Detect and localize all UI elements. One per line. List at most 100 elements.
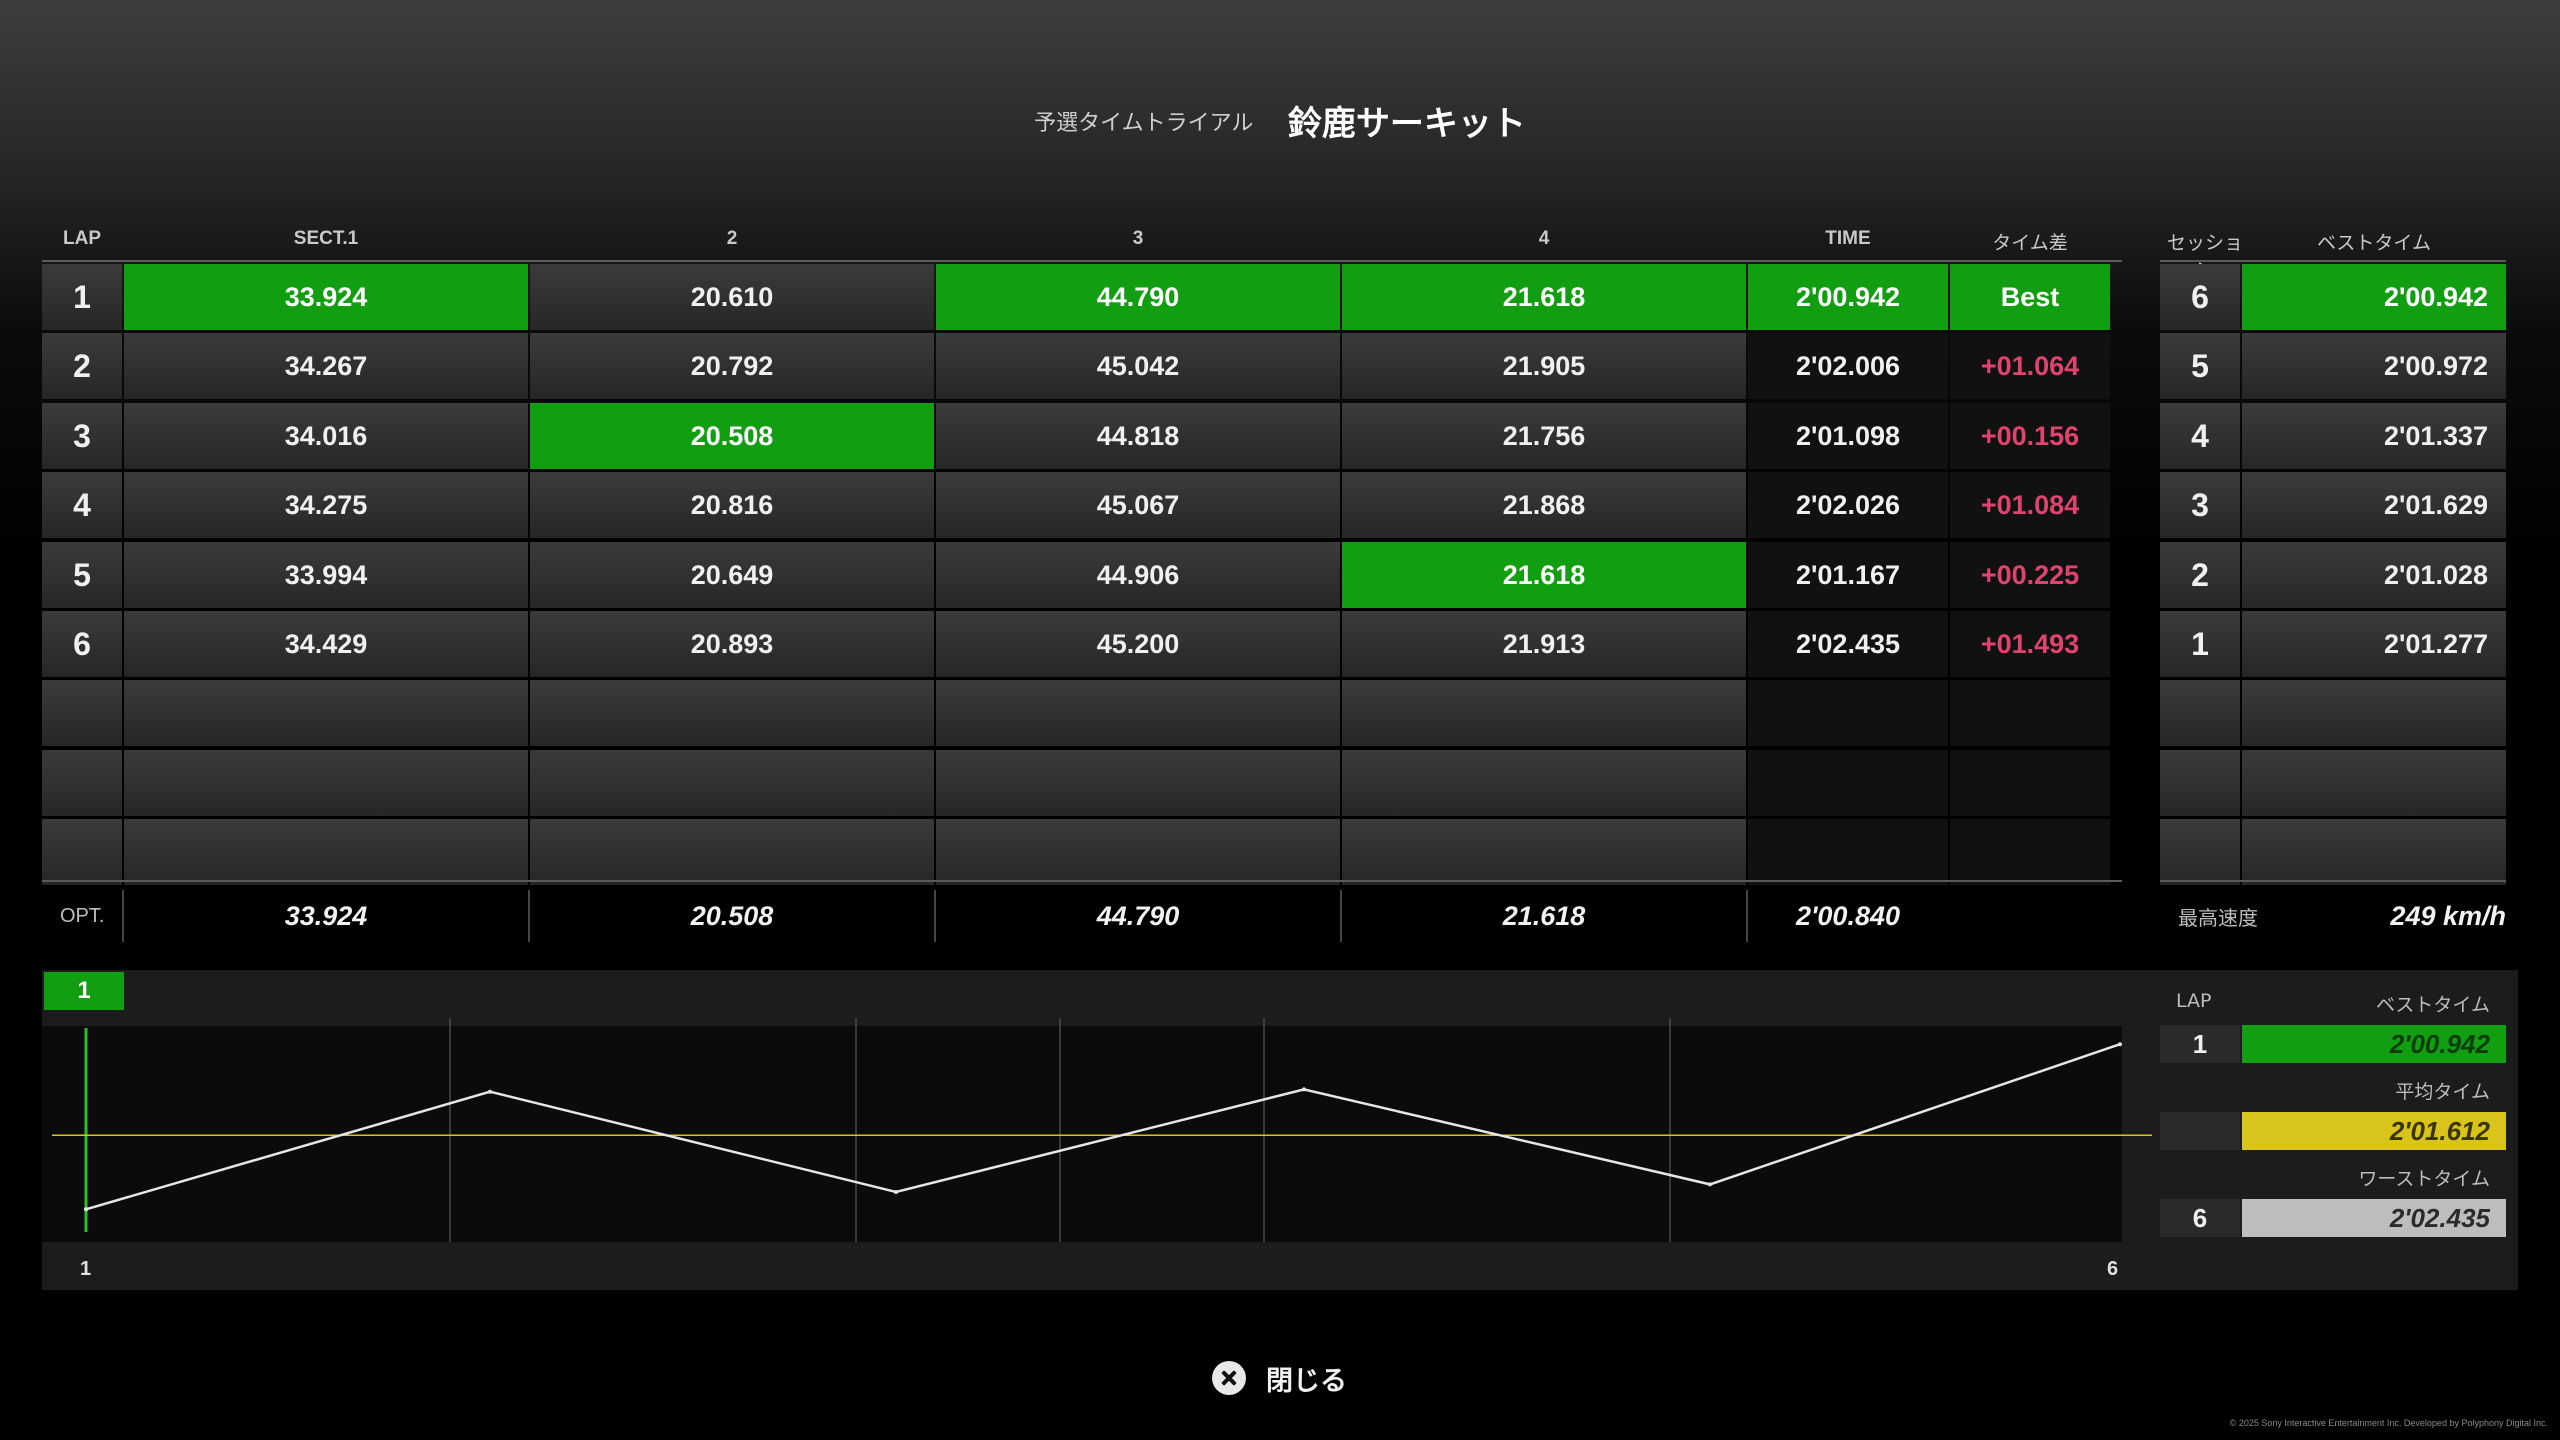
lap-cell-s1: 34.016 (124, 403, 528, 469)
opt-sect4: 21.618 (1502, 900, 1586, 931)
col-header-diff: タイム差 (1992, 232, 2068, 254)
opt-time: 2'00.840 (1795, 900, 1901, 931)
lap-time-point (894, 1190, 898, 1194)
summary-lap-header: LAP (2176, 990, 2212, 1012)
empty-cell (42, 819, 122, 885)
lap-cell-s2: 20.893 (530, 611, 934, 677)
empty-cell (1748, 680, 1948, 746)
lap-cell-time: 2'02.006 (1748, 333, 1948, 399)
session-best-time: 2'01.277 (2242, 611, 2506, 677)
session-number: 1 (2160, 611, 2240, 677)
lap-time-point (488, 1089, 492, 1094)
empty-cell (1342, 680, 1746, 746)
lap-cell-s1: 33.924 (124, 264, 528, 330)
lap-cell-s4: 21.868 (1342, 472, 1746, 538)
opt-label: OPT. (60, 904, 105, 927)
lap-time-point (2118, 1042, 2122, 1047)
lap-cell-s3: 45.042 (936, 333, 1340, 399)
lap-cell-diff: Best (1950, 264, 2110, 330)
lap-cell-s2: 20.792 (530, 333, 934, 399)
empty-cell (936, 819, 1340, 885)
summary-avg-lap (2160, 1112, 2240, 1150)
table-bottom-divider (42, 880, 2122, 882)
lap-cell-s2: 20.610 (530, 264, 934, 330)
lap-cell-s1: 34.275 (124, 472, 528, 538)
summary-best-lap: 1 (2160, 1025, 2240, 1063)
session-best-time: 2'01.028 (2242, 542, 2506, 608)
lap-cell-diff: +01.493 (1950, 611, 2110, 677)
graph-x-end-label: 6 (2107, 1258, 2119, 1280)
summary-worst-lap: 6 (2160, 1199, 2240, 1237)
empty-cell (1950, 750, 2110, 816)
empty-cell (530, 680, 934, 746)
lap-cell-diff: +00.225 (1950, 542, 2110, 608)
track-title: 鈴鹿サーキット (1287, 104, 1526, 144)
lap-time-point (1302, 1087, 1306, 1092)
empty-cell (124, 819, 528, 885)
col-header-lap: LAP (63, 228, 101, 249)
lap-cell-time: 2'02.435 (1748, 611, 1948, 677)
opt-sect2: 20.508 (690, 900, 774, 931)
lap-cell-s1: 33.994 (124, 542, 528, 608)
lap-cell-s2: 20.649 (530, 542, 934, 608)
lap-cell-s3: 44.906 (936, 542, 1340, 608)
lap-cell-s3: 45.200 (936, 611, 1340, 677)
empty-cell (124, 680, 528, 746)
summary-best-time: 2'00.942 (2242, 1025, 2506, 1063)
lap-cell-lap: 5 (42, 542, 122, 608)
col-header-sect4: 4 (1538, 228, 1550, 249)
header-divider (42, 260, 2122, 262)
col-header-session: セッション (2166, 232, 2243, 281)
empty-cell (1748, 750, 1948, 816)
lap-cell-lap: 2 (42, 333, 122, 399)
lap-time-point (84, 1207, 88, 1212)
graph-x-start-label: 1 (80, 1258, 92, 1280)
top-speed-label: 最高速度 (2178, 905, 2258, 930)
empty-cell (1748, 819, 1948, 885)
lap-cell-s2: 20.508 (530, 403, 934, 469)
lap-cell-s3: 44.790 (936, 264, 1340, 330)
lap-cell-s3: 45.067 (936, 472, 1340, 538)
opt-sect3: 44.790 (1096, 900, 1180, 931)
lap-time-chart (42, 1018, 2152, 1242)
copyright: © 2025 Sony Interactive Entertainment In… (2229, 1418, 2548, 1428)
lap-cell-s1: 34.267 (124, 333, 528, 399)
empty-cell (124, 750, 528, 816)
mode-title: 予選タイムトライアル (1034, 110, 1254, 136)
lap-cell-lap: 3 (42, 403, 122, 469)
empty-cell (2242, 680, 2506, 746)
lap-cell-s4: 21.618 (1342, 264, 1746, 330)
close-button[interactable]: 閉じる (1212, 1360, 1347, 1397)
cross-button-icon (1212, 1361, 1246, 1395)
lap-cell-s3: 44.818 (936, 403, 1340, 469)
top-speed-value: 249 km/h (2390, 900, 2506, 931)
lap-cell-s4: 21.618 (1342, 542, 1746, 608)
empty-cell (936, 680, 1340, 746)
empty-cell (530, 750, 934, 816)
col-header-session-best: ベストタイム (2316, 232, 2431, 254)
lap-cell-diff: +01.064 (1950, 333, 2110, 399)
session-number: 5 (2160, 333, 2240, 399)
empty-cell (2160, 750, 2240, 816)
session-header-divider (2160, 260, 2506, 262)
session-number: 6 (2160, 264, 2240, 330)
lap-cell-diff: +00.156 (1950, 403, 2110, 469)
summary-worst-header: ワーストタイム (2358, 1168, 2490, 1190)
empty-cell (530, 819, 934, 885)
summary-worst-time: 2'02.435 (2242, 1199, 2506, 1237)
lap-cell-lap: 4 (42, 472, 122, 538)
empty-cell (1342, 819, 1746, 885)
empty-cell (2242, 819, 2506, 885)
session-number: 4 (2160, 403, 2240, 469)
empty-cell (1950, 819, 2110, 885)
empty-cell (42, 750, 122, 816)
lap-cell-s4: 21.756 (1342, 403, 1746, 469)
lap-cell-s1: 34.429 (124, 611, 528, 677)
close-label: 閉じる (1266, 1365, 1347, 1397)
empty-cell (42, 680, 122, 746)
session-bottom-divider (2160, 880, 2506, 882)
summary-avg-header: 平均タイム (2395, 1081, 2490, 1103)
lap-cell-lap: 1 (42, 264, 122, 330)
opt-sect1: 33.924 (284, 900, 368, 931)
lap-cell-s4: 21.913 (1342, 611, 1746, 677)
